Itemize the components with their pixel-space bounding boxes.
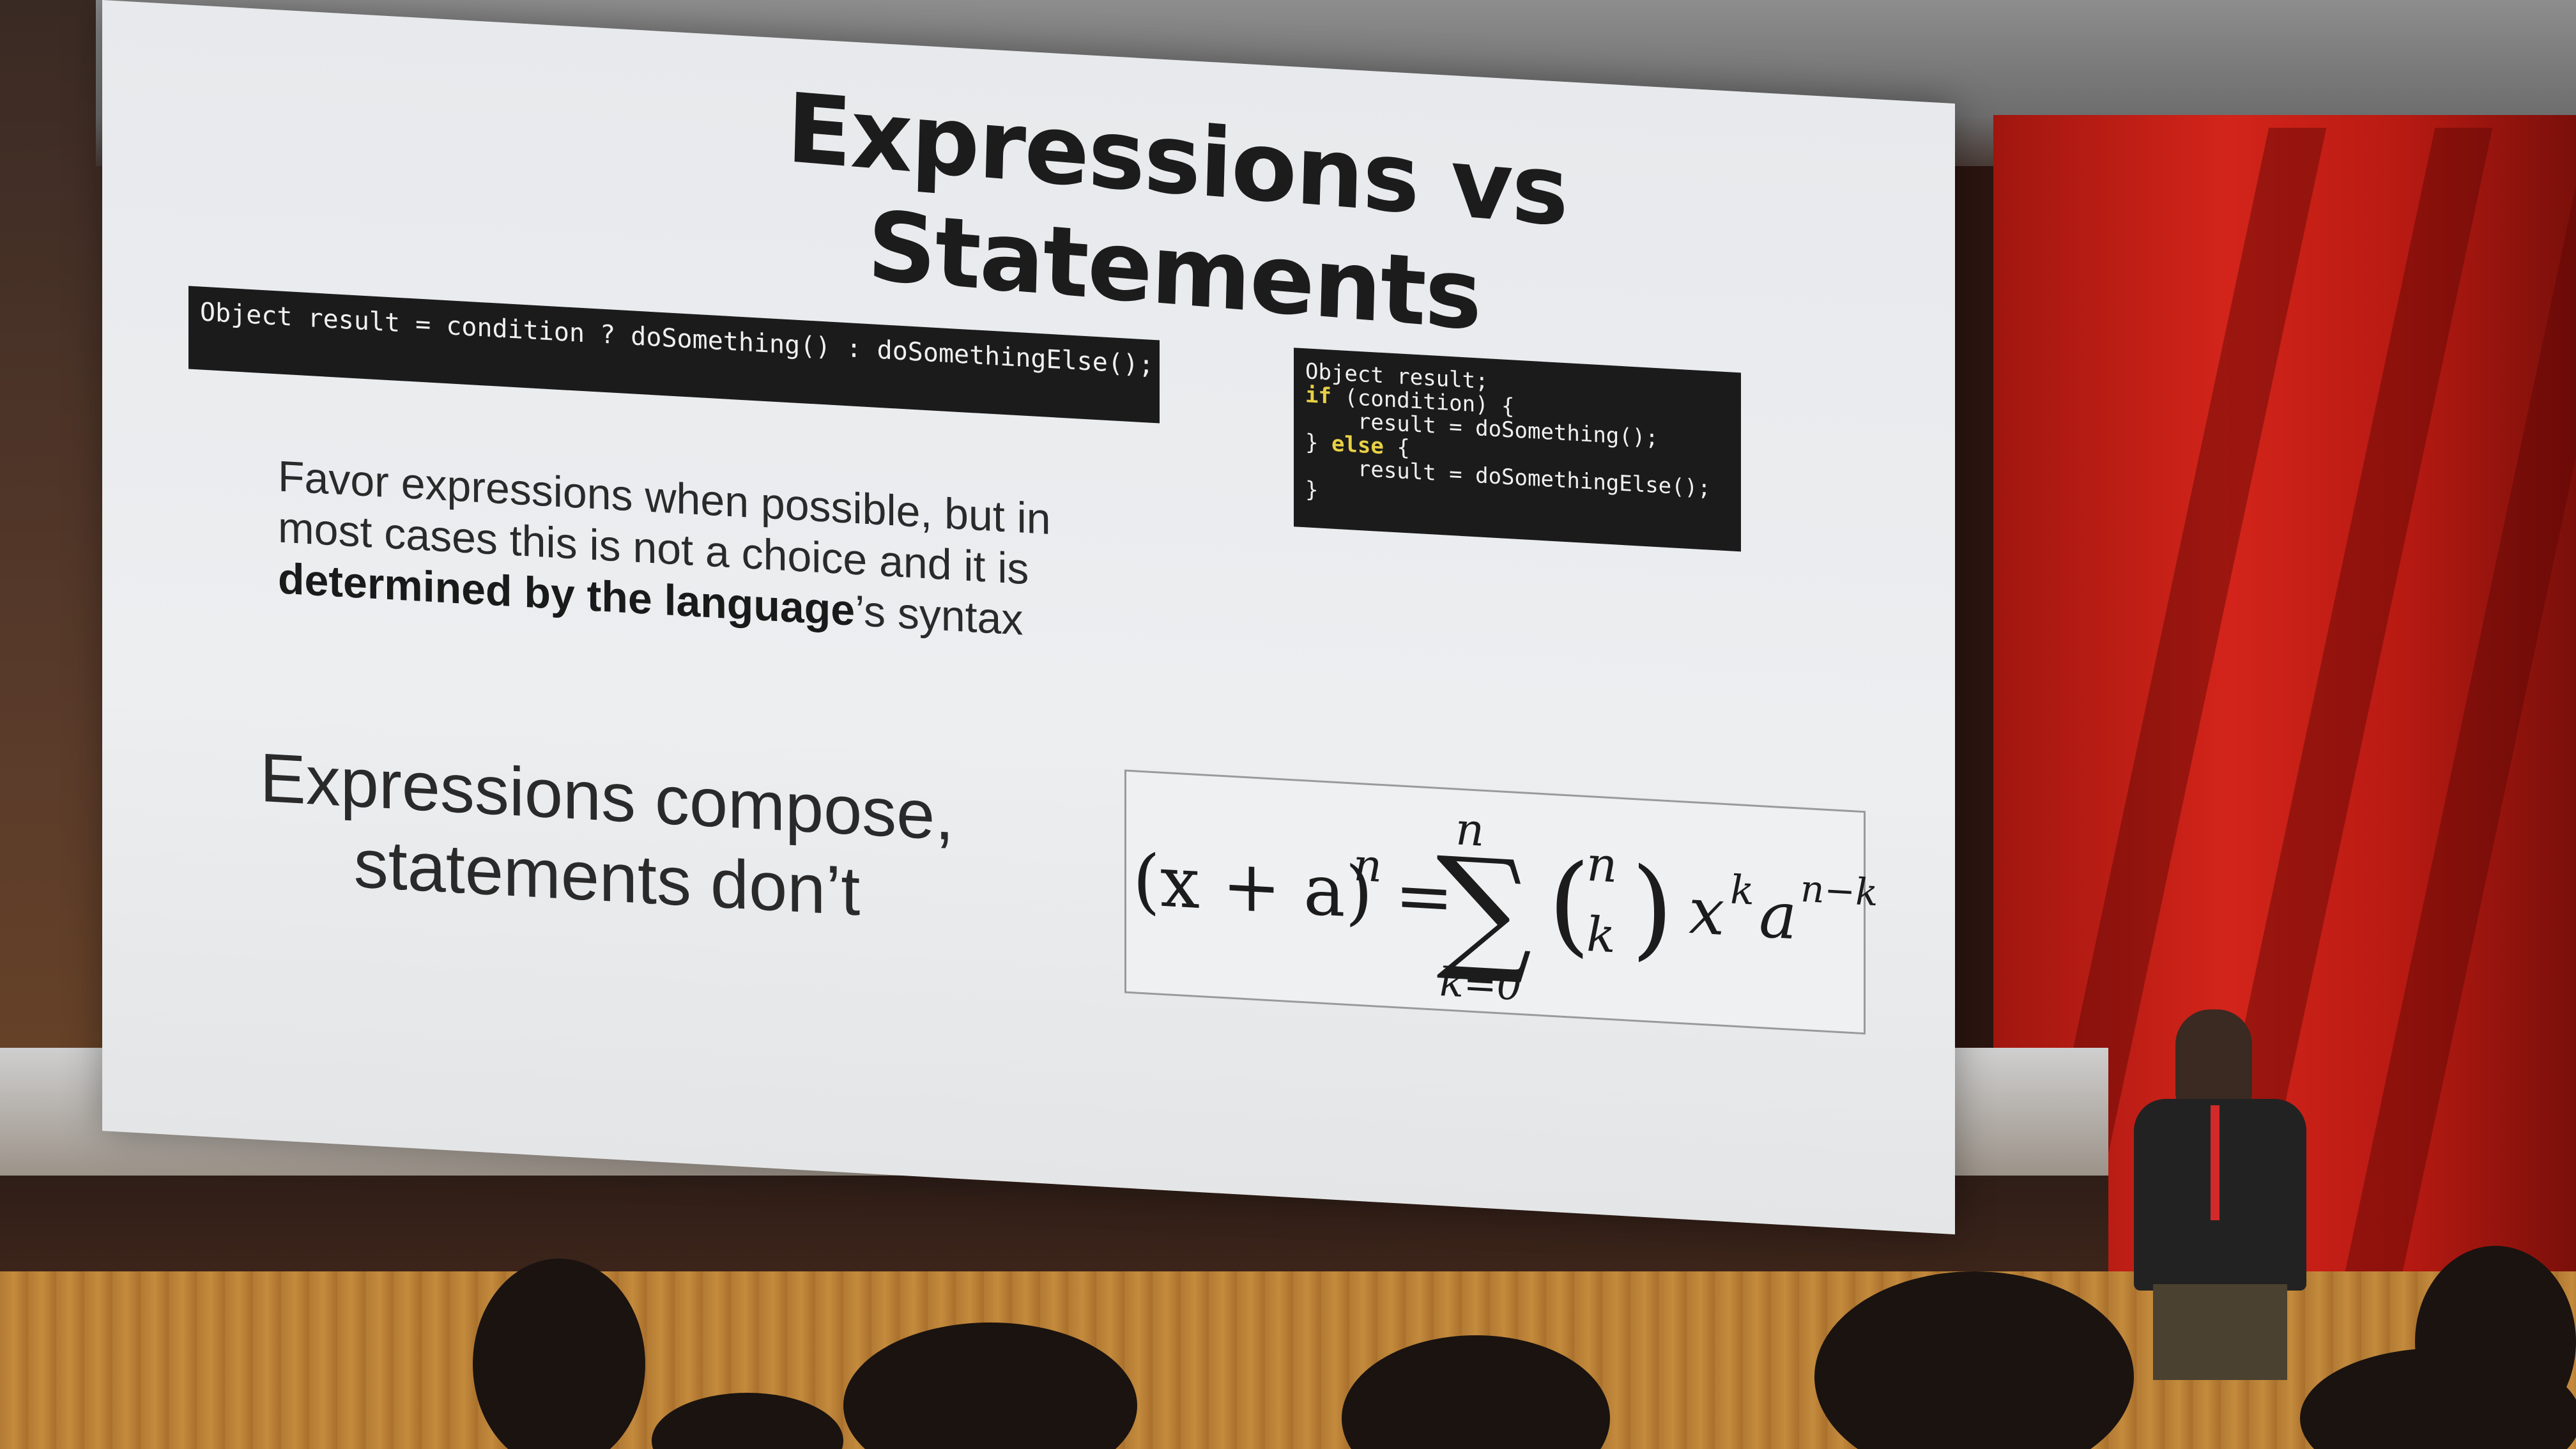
speaker-figure <box>2108 997 2326 1380</box>
formula-x-exponent: k <box>1730 866 1754 914</box>
if-else-code-snippet: Object result; if (condition) { result = … <box>1294 348 1741 552</box>
formula-a: a <box>1759 877 1797 954</box>
formula-binom-top: n <box>1586 835 1618 894</box>
formula-binom-bottom: k <box>1586 905 1616 964</box>
code-text: { <box>1383 434 1410 461</box>
formula-lhs: (x + a) <box>1133 839 1373 935</box>
code-keyword: if <box>1305 382 1331 410</box>
formula-a-exponent: n−k <box>1800 866 1878 915</box>
favor-expressions-text: Favor expressions when possible, but in … <box>278 450 1077 648</box>
binomial-formula-box: (x + a) n = n ∑ k=0 ( n k ) x k a n−k <box>1124 769 1878 1035</box>
projected-slide: Expressions vs Statements Object result … <box>102 0 1955 1235</box>
speaker-torso <box>2134 1099 2306 1291</box>
code-text: } <box>1305 429 1331 457</box>
lecture-hall-photo: Expressions vs Statements Object result … <box>0 0 2576 1449</box>
favor-text-part2: ’s syntax <box>855 586 1023 645</box>
binomial-formula: (x + a) n = n ∑ k=0 ( n k ) x k a n−k <box>1126 772 1878 1033</box>
code-text: } <box>1305 477 1319 503</box>
formula-binom-left-paren: ( <box>1548 839 1591 969</box>
formula-x: x <box>1689 873 1725 950</box>
formula-sum-lower: k=0 <box>1439 958 1522 1010</box>
formula-lhs-exponent: n <box>1353 838 1383 893</box>
speaker-lanyard <box>2211 1105 2220 1220</box>
compose-statement: Expressions compose, statements don’t <box>224 735 990 939</box>
speaker-legs <box>2153 1284 2287 1380</box>
audience-head <box>2415 1246 2576 1438</box>
formula-binom-right-paren: ) <box>1631 844 1674 974</box>
